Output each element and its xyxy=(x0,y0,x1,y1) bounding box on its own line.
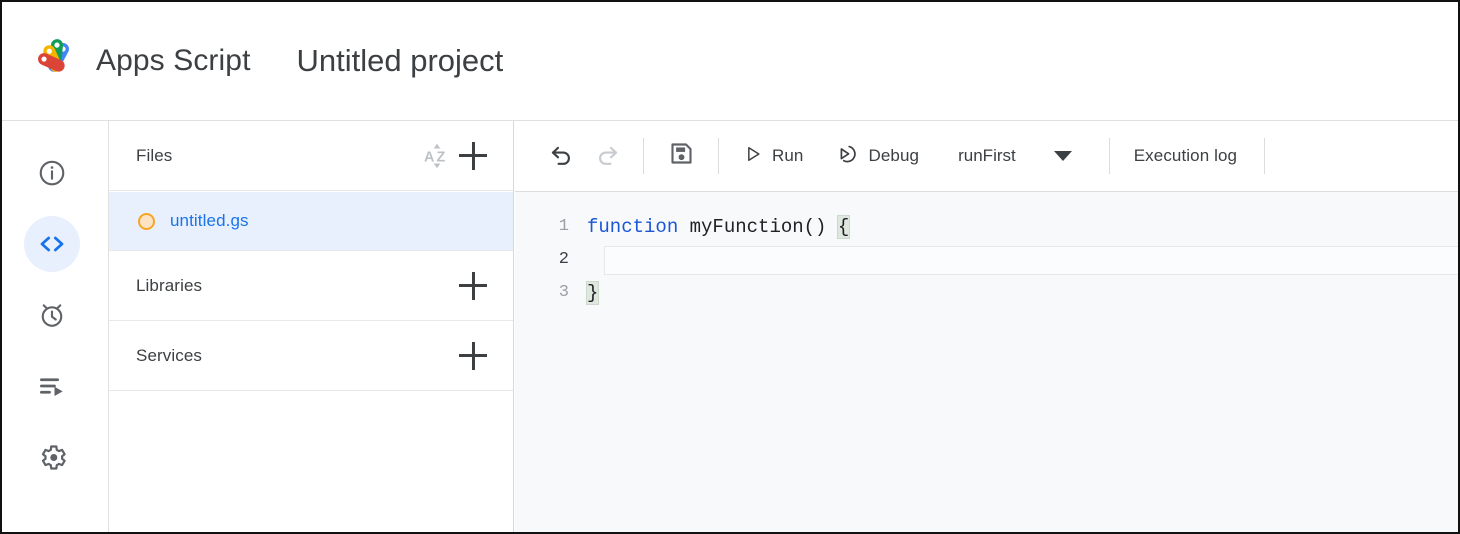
debug-label: Debug xyxy=(868,146,920,165)
apps-script-window: Apps Script Untitled project Files A Z u… xyxy=(0,0,1460,534)
line-number: 3 xyxy=(558,283,569,302)
files-section-label: Files xyxy=(136,145,173,165)
sidebar-item-project-settings[interactable] xyxy=(24,429,80,485)
left-nav-rail xyxy=(2,121,109,532)
code-line-text[interactable] xyxy=(587,249,1458,271)
az-sort-icon[interactable]: A Z xyxy=(419,138,455,174)
line-number: 2 xyxy=(558,250,569,269)
code-token-keyword: function xyxy=(587,215,690,238)
app-header: Apps Script Untitled project xyxy=(2,2,1458,120)
add-service-button[interactable] xyxy=(455,338,491,374)
code-brackets-icon xyxy=(36,228,68,260)
file-list-item[interactable]: untitled.gs xyxy=(109,192,513,251)
toolbar-divider xyxy=(1108,138,1110,174)
libraries-section-header: Libraries xyxy=(109,251,513,321)
save-button[interactable] xyxy=(659,134,703,178)
executions-list-play-icon xyxy=(37,371,67,401)
undo-button[interactable] xyxy=(540,134,584,178)
debug-button[interactable]: Debug xyxy=(827,134,929,178)
redo-button[interactable] xyxy=(584,134,628,178)
code-line-active: 2 xyxy=(515,243,1458,276)
sidebar-item-overview[interactable] xyxy=(24,145,80,201)
function-select-value[interactable]: runFirst xyxy=(950,146,1024,166)
code-token-bracket: { xyxy=(836,214,851,239)
orange-circle-icon xyxy=(138,212,155,230)
files-panel: Files A Z untitled.gs Libraries Services xyxy=(109,121,514,532)
code-editor[interactable]: 1 function myFunction() { 2 3 } xyxy=(515,192,1458,531)
files-section-header: Files A Z xyxy=(109,121,513,191)
svg-text:Z: Z xyxy=(437,149,446,165)
services-section-header: Services xyxy=(109,321,513,391)
toolbar-divider xyxy=(643,138,644,174)
floppy-disk-save-icon xyxy=(668,140,695,172)
add-library-button[interactable] xyxy=(455,268,491,304)
code-line-text[interactable]: } xyxy=(585,280,1458,305)
redo-arrow-icon xyxy=(593,140,620,172)
code-token-plain: myFunction() xyxy=(689,215,838,238)
sidebar-item-editor[interactable] xyxy=(24,216,80,272)
project-title[interactable]: Untitled project xyxy=(297,43,504,79)
code-token-bracket: } xyxy=(585,280,600,305)
line-number: 1 xyxy=(558,217,569,236)
plus-icon xyxy=(459,271,487,300)
undo-arrow-icon xyxy=(549,140,576,172)
svg-text:A: A xyxy=(424,149,434,165)
chevron-down-icon[interactable] xyxy=(1053,151,1072,161)
code-line: 1 function myFunction() { xyxy=(515,210,1458,243)
plus-icon xyxy=(459,141,487,170)
execution-log-label: Execution log xyxy=(1133,146,1238,165)
debug-step-icon xyxy=(836,142,860,171)
apps-script-logo xyxy=(26,34,84,92)
app-name: Apps Script xyxy=(96,44,251,77)
code-line-text[interactable]: function myFunction() { xyxy=(587,214,1458,239)
info-circle-icon xyxy=(37,158,67,188)
sidebar-item-triggers[interactable] xyxy=(24,287,80,343)
libraries-section-label: Libraries xyxy=(136,275,203,295)
sidebar-item-executions[interactable] xyxy=(24,358,80,414)
play-triangle-icon xyxy=(743,144,763,169)
plus-icon xyxy=(459,341,487,370)
run-button[interactable]: Run xyxy=(734,134,813,178)
services-section-label: Services xyxy=(136,345,202,365)
add-file-button[interactable] xyxy=(455,138,491,174)
editor-toolbar: Run Debug runFirst Execution log xyxy=(515,121,1458,192)
editor-area: Run Debug runFirst Execution log 1 funct… xyxy=(515,121,1458,532)
toolbar-divider xyxy=(1264,138,1266,174)
gear-icon xyxy=(37,442,68,473)
toolbar-divider xyxy=(718,138,719,174)
file-name-label: untitled.gs xyxy=(170,211,249,230)
run-label: Run xyxy=(772,146,804,165)
execution-log-button[interactable]: Execution log xyxy=(1125,134,1246,178)
code-line: 3 } xyxy=(515,276,1458,309)
alarm-clock-icon xyxy=(37,300,67,330)
